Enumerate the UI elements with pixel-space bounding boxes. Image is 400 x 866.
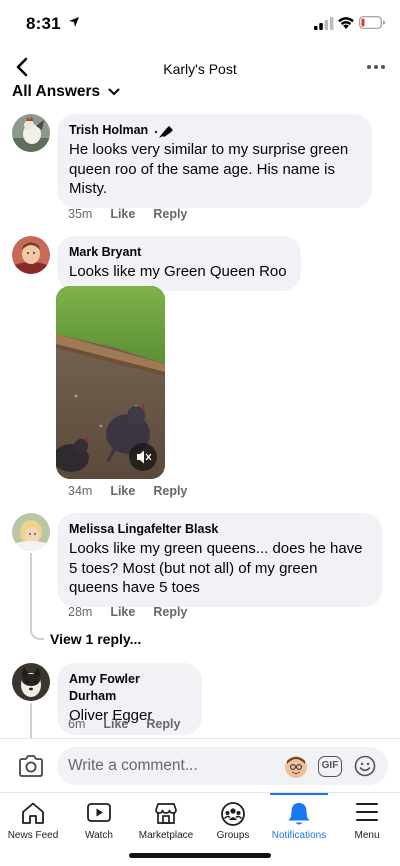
comment-composer: GIF: [0, 738, 400, 792]
top-contributor-badge-icon: [155, 125, 174, 138]
avatar[interactable]: [12, 114, 50, 152]
comment-actions: 6m Like Reply: [68, 717, 180, 731]
comment-actions: 28m Like Reply: [68, 605, 187, 619]
tab-news-feed[interactable]: News Feed: [0, 793, 66, 847]
gif-button[interactable]: GIF: [318, 756, 342, 777]
tab-label: Marketplace: [138, 830, 194, 841]
wifi-icon: [338, 17, 354, 29]
chevron-down-icon: [108, 88, 120, 95]
tab-marketplace[interactable]: Marketplace: [132, 793, 200, 847]
tab-watch[interactable]: Watch: [66, 793, 132, 847]
reply-thread-curve: [30, 626, 44, 640]
hamburger-menu-icon: [356, 803, 378, 821]
avatar-sticker-button[interactable]: [285, 756, 307, 778]
author-name[interactable]: Mark Bryant: [69, 244, 141, 261]
reply-button[interactable]: Reply: [153, 207, 187, 221]
comment-bubble[interactable]: Trish Holman He looks very similar to my…: [57, 114, 372, 208]
comment-bubble[interactable]: Mark Bryant Looks like my Green Queen Ro…: [57, 236, 301, 291]
like-button[interactable]: Like: [110, 605, 135, 619]
video-play-icon: [87, 803, 111, 822]
tab-label: Groups: [216, 830, 250, 841]
like-button[interactable]: Like: [103, 717, 128, 731]
home-icon: [22, 802, 44, 824]
bell-icon: [288, 803, 310, 825]
comment-bubble[interactable]: Melissa Lingafelter Blask Looks like my …: [57, 513, 382, 607]
comment-text: Looks like my green queens... does he ha…: [69, 540, 363, 596]
avatar[interactable]: [12, 513, 50, 551]
comment-filter-label: All Answers: [12, 82, 101, 100]
comment-author[interactable]: Mark Bryant: [69, 244, 289, 261]
storefront-icon: [155, 803, 177, 824]
like-button[interactable]: Like: [110, 207, 135, 221]
tab-label: Menu: [354, 830, 380, 841]
tab-groups[interactable]: Groups: [200, 793, 266, 847]
comment-actions: 34m Like Reply: [68, 484, 187, 498]
comment-actions: 35m Like Reply: [68, 207, 187, 221]
mute-toggle-button[interactable]: [129, 443, 157, 471]
comment-author[interactable]: Melissa Lingafelter Blask: [69, 521, 370, 538]
comment-text: He looks very similar to my surprise gre…: [69, 141, 349, 197]
location-arrow-icon: [69, 17, 79, 27]
like-button[interactable]: Like: [110, 484, 135, 498]
comment-time: 35m: [68, 207, 93, 221]
reply-button[interactable]: Reply: [146, 717, 180, 731]
cellular-signal-icon: [314, 17, 334, 30]
reply-thread-line: [30, 703, 32, 739]
comment-filter-dropdown[interactable]: All Answers: [12, 82, 120, 101]
more-options-icon[interactable]: [366, 58, 386, 76]
view-replies-link[interactable]: View 1 reply...: [50, 631, 141, 647]
home-indicator: [129, 853, 271, 858]
avatar[interactable]: [12, 236, 50, 274]
tab-label: News Feed: [7, 830, 59, 841]
tab-label: Notifications: [271, 830, 327, 841]
status-time: 8:31: [26, 14, 61, 33]
author-name[interactable]: Trish Holman: [69, 122, 148, 139]
tab-notifications[interactable]: Notifications: [266, 793, 332, 847]
comment-time: 28m: [68, 605, 93, 619]
battery-icon: [359, 16, 385, 29]
comment-time: 6m: [68, 717, 86, 731]
comment-author[interactable]: Trish Holman: [69, 122, 360, 139]
author-name[interactable]: Melissa Lingafelter Blask: [69, 521, 218, 538]
reply-button[interactable]: Reply: [153, 605, 187, 619]
tab-menu[interactable]: Menu: [334, 793, 400, 847]
emoji-icon[interactable]: [354, 755, 376, 777]
camera-icon[interactable]: [18, 754, 44, 778]
reply-thread-line: [30, 553, 32, 633]
post-title: Karly's Post: [163, 61, 237, 77]
comment-text: Looks like my Green Queen Roo: [69, 263, 287, 280]
reply-button[interactable]: Reply: [153, 484, 187, 498]
comment-author[interactable]: Amy Fowler Durham: [69, 671, 190, 705]
author-name[interactable]: Amy Fowler Durham: [69, 671, 190, 705]
groups-icon: [221, 802, 245, 826]
avatar[interactable]: [12, 663, 50, 701]
avatar-sticker-icon: [285, 756, 307, 778]
speaker-muted-icon: [137, 450, 152, 464]
comment-video-thumbnail[interactable]: [56, 286, 165, 479]
comment-time: 34m: [68, 484, 93, 498]
tab-label: Watch: [85, 830, 113, 841]
status-bar: 8:31: [0, 0, 400, 48]
